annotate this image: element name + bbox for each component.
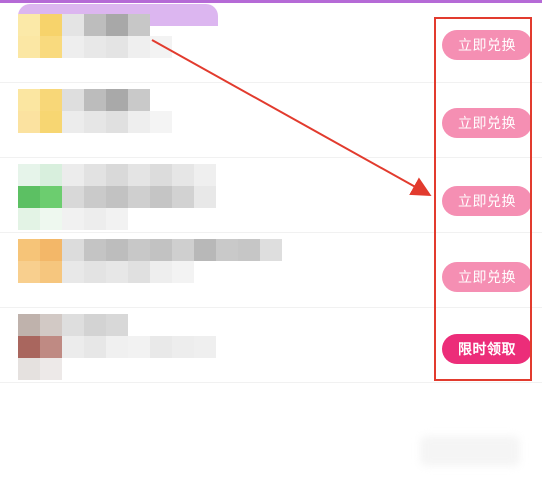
annotation-arrow xyxy=(151,39,432,196)
